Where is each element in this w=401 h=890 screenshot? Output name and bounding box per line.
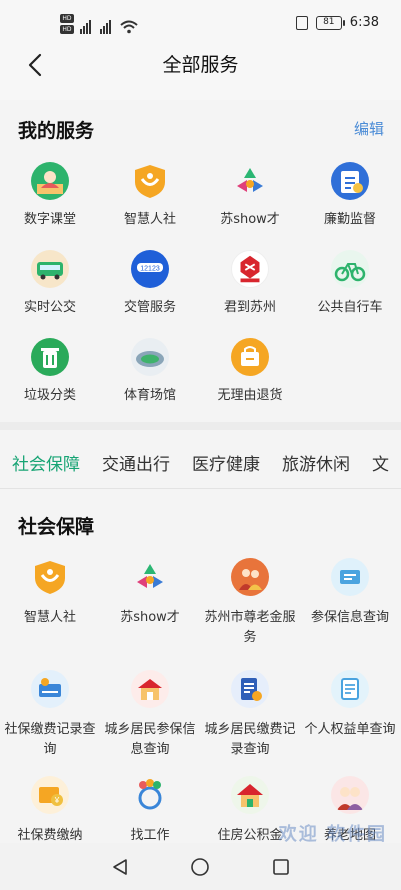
nav-recents-button[interactable] xyxy=(269,855,293,879)
service-label: 廉勤监督 xyxy=(323,212,376,227)
traffic-service-icon: 12123 xyxy=(131,250,169,288)
service-digital-classroom[interactable]: 数字课堂 xyxy=(0,162,100,250)
service-label: 苏州市尊老金服务 xyxy=(204,610,296,645)
realtime-bus-icon xyxy=(31,250,69,288)
integrity-supervision-icon xyxy=(331,162,369,200)
sim1-badge: HD xyxy=(60,14,74,23)
tab-culture[interactable]: 文 xyxy=(372,432,389,488)
service-su-show-talent[interactable]: 苏show才 xyxy=(200,162,300,250)
clock: 6:38 xyxy=(349,15,379,30)
edit-button[interactable]: 编辑 xyxy=(354,118,384,139)
service-label: 垃圾分类 xyxy=(23,388,76,403)
signal-2-icon xyxy=(100,18,111,34)
svg-text:¥: ¥ xyxy=(54,796,60,805)
service-integrity-supervision[interactable]: 廉勤监督 xyxy=(300,162,400,250)
resident-payment-record-icon xyxy=(231,670,269,708)
nav-back-button[interactable] xyxy=(108,855,132,879)
smart-hr-icon xyxy=(131,162,169,200)
sim2-badge: HD xyxy=(60,25,74,34)
sim-indicators: HD HD xyxy=(60,14,74,34)
service-label: 数字课堂 xyxy=(23,212,76,227)
status-bar: HD HD 81 6:38 xyxy=(0,0,401,46)
service-personal-rights[interactable]: 个人权益单查询 xyxy=(300,670,400,776)
sports-venue-icon xyxy=(131,338,169,376)
resident-insurance-info-icon xyxy=(131,670,169,708)
service-su-show-talent-2[interactable]: 苏show才 xyxy=(100,558,200,670)
vibrate-icon xyxy=(295,15,308,30)
status-left: HD HD xyxy=(60,14,138,34)
tab-tourism[interactable]: 旅游休闲 xyxy=(282,432,350,488)
no-reason-return-icon xyxy=(231,338,269,376)
service-elderly-allowance[interactable]: 苏州市尊老金服务 xyxy=(200,558,300,670)
garbage-sorting-icon xyxy=(31,338,69,376)
service-label: 智慧人社 xyxy=(23,610,76,625)
triangle-back-icon xyxy=(113,858,127,875)
insurance-info-icon xyxy=(331,558,369,596)
page-title: 全部服务 xyxy=(162,54,239,76)
service-label: 城乡居民参保信息查询 xyxy=(104,722,196,757)
category-tabs: 社会保障 交通出行 医疗健康 旅游休闲 文 xyxy=(0,432,401,488)
elderly-allowance-icon xyxy=(231,558,269,596)
service-label: 社保缴费记录查询 xyxy=(4,722,96,757)
service-realtime-bus[interactable]: 实时公交 xyxy=(0,250,100,338)
service-label: 参保信息查询 xyxy=(310,610,389,625)
find-job-icon xyxy=(131,776,169,814)
su-show-talent-icon xyxy=(131,558,169,596)
service-sports-venue[interactable]: 体育场馆 xyxy=(100,338,200,426)
service-social-payment-record[interactable]: 社保缴费记录查询 xyxy=(0,670,100,776)
signal-1-icon xyxy=(80,18,91,34)
tabs-underline xyxy=(0,488,401,489)
personal-rights-icon xyxy=(331,670,369,708)
my-services-grid: 数字课堂 智慧人社 苏show才 廉勤监督 实时公交 12123 交管服务 君到… xyxy=(0,162,400,426)
tab-medical[interactable]: 医疗健康 xyxy=(192,432,260,488)
jun-dao-suzhou-icon xyxy=(231,250,269,288)
service-label: 苏show才 xyxy=(120,610,180,625)
service-resident-insurance-info[interactable]: 城乡居民参保信息查询 xyxy=(100,670,200,776)
service-label: 公共自行车 xyxy=(317,300,383,315)
service-public-bicycle[interactable]: 公共自行车 xyxy=(300,250,400,338)
status-right: 81 6:38 xyxy=(295,15,379,30)
battery-icon: 81 xyxy=(315,15,345,30)
service-jun-dao-suzhou[interactable]: 君到苏州 xyxy=(200,250,300,338)
digital-classroom-icon xyxy=(31,162,69,200)
header: 全部服务 xyxy=(0,46,401,100)
su-show-talent-icon xyxy=(231,162,269,200)
social-payment-record-icon xyxy=(31,670,69,708)
service-label: 实时公交 xyxy=(23,300,76,315)
square-recents-icon xyxy=(273,858,289,875)
service-label: 智慧人社 xyxy=(123,212,176,227)
pension-map-icon xyxy=(331,776,369,814)
housing-fund-icon xyxy=(231,776,269,814)
service-label: 君到苏州 xyxy=(223,300,276,315)
social-fee-payment-icon: ¥ xyxy=(31,776,69,814)
tab-social-security[interactable]: 社会保障 xyxy=(12,432,80,488)
service-smart-hr[interactable]: 智慧人社 xyxy=(100,162,200,250)
service-smart-hr-2[interactable]: 智慧人社 xyxy=(0,558,100,670)
circle-home-icon xyxy=(191,857,210,876)
service-insurance-info[interactable]: 参保信息查询 xyxy=(300,558,400,670)
social-security-grid: 智慧人社 苏show才 苏州市尊老金服务 参保信息查询 社保缴费记录查询 城乡居… xyxy=(0,558,400,856)
my-services-title: 我的服务 xyxy=(18,120,95,142)
service-label: 无理由退货 xyxy=(217,388,283,403)
service-garbage-sorting[interactable]: 垃圾分类 xyxy=(0,338,100,426)
service-label: 苏show才 xyxy=(220,212,280,227)
service-label: 交管服务 xyxy=(123,300,176,315)
service-label: 体育场馆 xyxy=(123,388,176,403)
nav-home-button[interactable] xyxy=(188,855,212,879)
system-nav-bar xyxy=(0,843,401,890)
service-resident-payment-record[interactable]: 城乡居民缴费记录查询 xyxy=(200,670,300,776)
service-no-reason-return[interactable]: 无理由退货 xyxy=(200,338,300,426)
wifi-icon xyxy=(120,20,138,34)
tab-transport[interactable]: 交通出行 xyxy=(102,432,170,488)
svg-text:12123: 12123 xyxy=(140,266,160,273)
smart-hr-icon xyxy=(31,558,69,596)
service-label: 个人权益单查询 xyxy=(304,722,396,737)
social-security-title: 社会保障 xyxy=(18,516,95,538)
service-traffic[interactable]: 12123 交管服务 xyxy=(100,250,200,338)
public-bicycle-icon xyxy=(331,250,369,288)
service-label: 城乡居民缴费记录查询 xyxy=(204,722,296,757)
section-divider xyxy=(0,422,401,430)
